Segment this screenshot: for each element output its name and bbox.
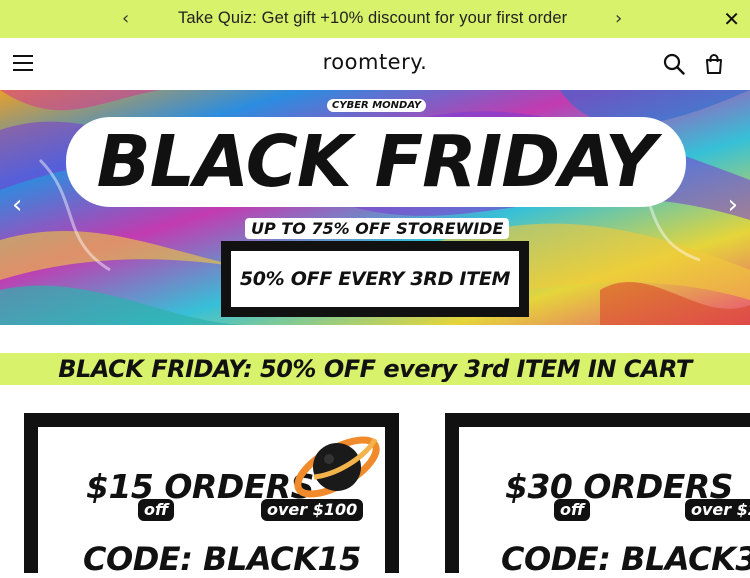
coupon-code: CODE: BLACK3: [501, 540, 750, 578]
coupon-card-inner: $30 ORDERS off over $2 CODE: BLACK3: [459, 427, 750, 578]
carousel-next-icon[interactable]: ›: [728, 190, 738, 220]
hero-subtitle: UP TO 75% OFF STOREWIDE: [245, 218, 510, 239]
carousel-prev-icon[interactable]: ‹: [12, 190, 22, 220]
close-icon[interactable]: ✕: [723, 7, 740, 31]
chevron-right-icon[interactable]: ›: [615, 9, 622, 29]
cyber-monday-tag: CYBER MONDAY: [327, 99, 427, 112]
site-header: roomtery.: [0, 38, 750, 90]
coupon-over-pill: over $2: [685, 499, 750, 521]
promo-box: 50% OFF EVERY 3RD ITEM: [221, 241, 529, 317]
search-icon[interactable]: [663, 53, 685, 75]
coupon-card[interactable]: $15 ORDERS off over $100 CODE: BLACK15: [24, 413, 399, 578]
sale-strip: BLACK FRIDAY: 50% OFF every 3rd ITEM IN …: [0, 353, 750, 385]
hero-banner[interactable]: ‹ › CYBER MONDAY BLACK FRIDAY UP TO 75% …: [0, 90, 750, 325]
sale-strip-text: BLACK FRIDAY: 50% OFF every 3rd ITEM IN …: [58, 355, 692, 383]
announcement-bar: ‹ Take Quiz: Get gift +10% discount for …: [0, 0, 750, 38]
coupon-off-pill: off: [554, 499, 591, 521]
coupon-card[interactable]: $30 ORDERS off over $2 CODE: BLACK3: [445, 413, 750, 578]
coupon-off-pill: off: [138, 499, 175, 521]
announcement-message[interactable]: Take Quiz: Get gift +10% discount for yo…: [178, 9, 567, 28]
chevron-left-icon[interactable]: ‹: [122, 9, 129, 29]
hero-title: BLACK FRIDAY: [96, 120, 657, 203]
carousel-dots: [0, 325, 750, 353]
planet-icon: [294, 436, 380, 498]
promo-text: 50% OFF EVERY 3RD ITEM: [239, 268, 511, 290]
logo[interactable]: roomtery.: [0, 50, 750, 74]
shopping-bag-icon[interactable]: [704, 53, 724, 75]
promo-inner: 50% OFF EVERY 3RD ITEM: [231, 251, 519, 307]
coupon-code: CODE: BLACK15: [83, 540, 361, 578]
